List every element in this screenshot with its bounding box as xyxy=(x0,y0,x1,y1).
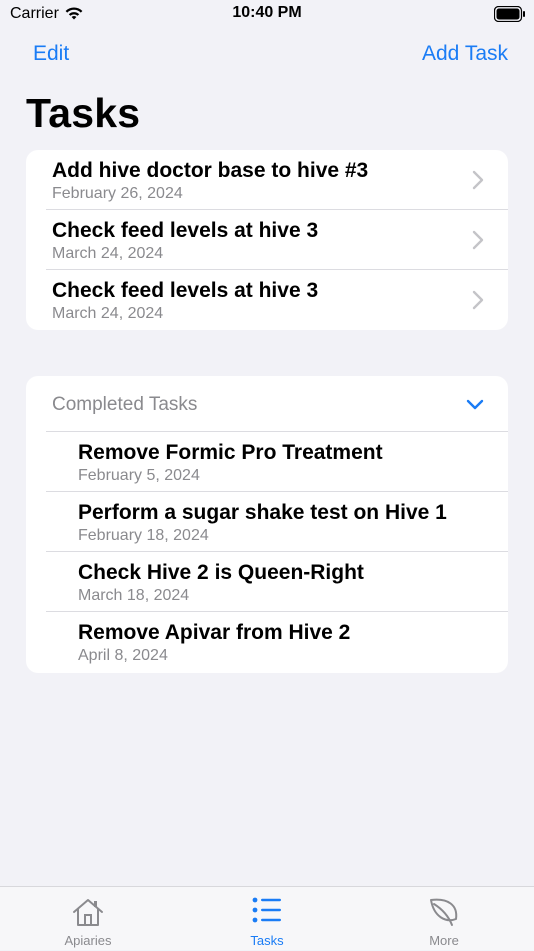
completed-task-row[interactable]: Remove Apivar from Hive 2 April 8, 2024 xyxy=(26,612,508,672)
tab-label: Tasks xyxy=(250,933,284,948)
task-title: Check Hive 2 is Queen-Right xyxy=(78,561,364,584)
task-date: February 18, 2024 xyxy=(78,527,209,544)
edit-button[interactable]: Edit xyxy=(33,42,69,66)
task-date: March 24, 2024 xyxy=(52,305,164,322)
task-title: Check feed levels at hive 3 xyxy=(52,279,319,302)
completed-task-row[interactable]: Check Hive 2 is Queen-Right March 18, 20… xyxy=(26,552,508,612)
status-bar: Carrier 10:40 PM xyxy=(0,0,534,30)
tasks-list: Add hive doctor base to hive #3 February… xyxy=(26,150,508,330)
tab-tasks[interactable]: Tasks xyxy=(207,887,327,951)
chevron-right-icon xyxy=(472,170,484,195)
task-date: February 26, 2024 xyxy=(52,185,183,202)
list-icon xyxy=(207,897,327,927)
battery-icon xyxy=(493,5,526,27)
task-title: Check feed levels at hive 3 xyxy=(52,219,319,242)
tab-apiaries[interactable]: Apiaries xyxy=(28,887,148,951)
leaf-icon xyxy=(384,897,504,927)
completed-tasks-section: Completed Tasks Remove Formic Pro Treatm… xyxy=(26,376,508,673)
task-row[interactable]: Check feed levels at hive 3 March 24, 20… xyxy=(26,210,508,270)
task-title: Perform a sugar shake test on Hive 1 xyxy=(78,501,447,524)
status-time: 10:40 PM xyxy=(232,4,302,21)
tab-bar: Apiaries Tasks More xyxy=(0,886,534,950)
task-date: February 5, 2024 xyxy=(78,467,200,484)
task-row[interactable]: Add hive doctor base to hive #3 February… xyxy=(26,150,508,210)
tab-more[interactable]: More xyxy=(384,887,504,951)
completed-task-row[interactable]: Perform a sugar shake test on Hive 1 Feb… xyxy=(26,492,508,552)
task-title: Remove Formic Pro Treatment xyxy=(78,441,383,464)
task-title: Add hive doctor base to hive #3 xyxy=(52,159,369,182)
chevron-down-icon[interactable] xyxy=(466,398,484,416)
task-date: March 24, 2024 xyxy=(52,245,164,262)
task-row[interactable]: Check feed levels at hive 3 March 24, 20… xyxy=(26,270,508,330)
task-date: March 18, 2024 xyxy=(78,587,190,604)
add-task-button[interactable]: Add Task xyxy=(422,42,508,66)
page-title: Tasks xyxy=(26,90,141,136)
completed-tasks-header: Completed Tasks xyxy=(52,394,198,415)
house-icon xyxy=(28,897,148,927)
tab-label: Apiaries xyxy=(64,933,112,948)
completed-task-row[interactable]: Remove Formic Pro Treatment February 5, … xyxy=(26,432,508,492)
tab-label: More xyxy=(429,933,459,948)
task-title: Remove Apivar from Hive 2 xyxy=(78,621,351,644)
chevron-right-icon xyxy=(472,290,484,315)
chevron-right-icon xyxy=(472,230,484,255)
completed-tasks-toggle[interactable]: Completed Tasks xyxy=(26,376,508,432)
task-date: April 8, 2024 xyxy=(78,647,168,664)
